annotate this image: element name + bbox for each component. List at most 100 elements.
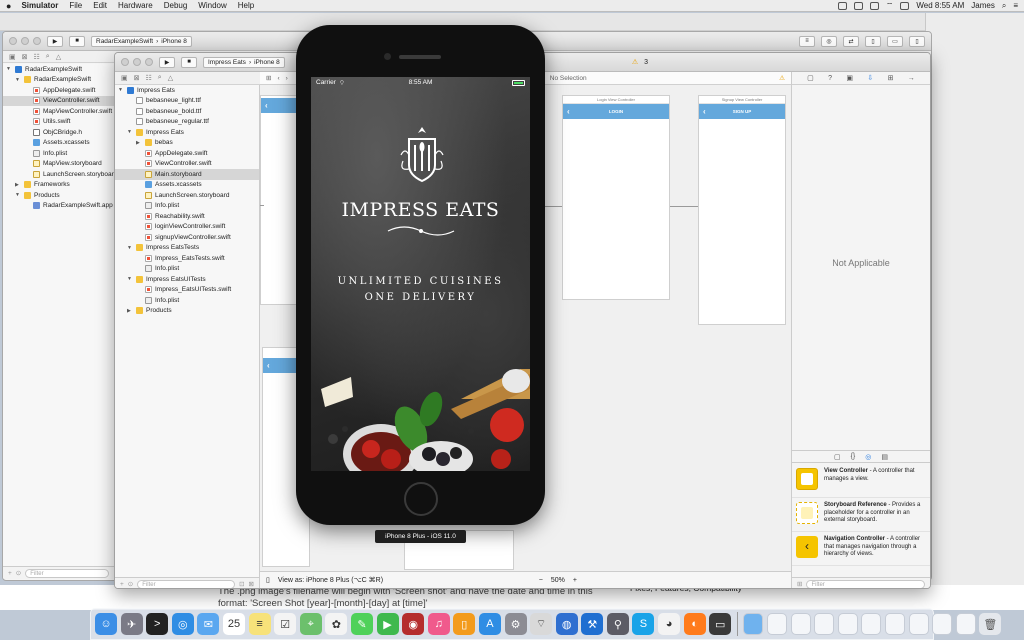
wifi-icon[interactable]: ⌔ bbox=[886, 1, 894, 11]
document-thumbnail-icon[interactable] bbox=[837, 613, 858, 635]
toggle-navigator-button[interactable]: ▯ bbox=[865, 35, 881, 47]
related-items-icon[interactable]: ⊞ bbox=[266, 74, 271, 82]
stop-button[interactable]: ■ bbox=[181, 56, 197, 68]
segue-arrow[interactable] bbox=[670, 206, 698, 207]
disclosure-open-icon[interactable]: ▼ bbox=[127, 276, 133, 282]
library-item-view-controller[interactable]: View Controller - A controller that mana… bbox=[792, 464, 930, 498]
notes-icon[interactable]: ≡ bbox=[248, 613, 271, 635]
xcode-icon[interactable]: ⚒ bbox=[581, 613, 604, 635]
symbol-icon[interactable]: ☷ bbox=[146, 74, 152, 82]
navigator-row[interactable]: LaunchScreen.storyboard bbox=[115, 190, 259, 201]
system-preferences-icon[interactable]: ⚙ bbox=[504, 613, 527, 635]
navigator-row[interactable]: ▼ Impress Eats bbox=[115, 127, 259, 138]
zoom-out-button[interactable]: − bbox=[539, 577, 543, 584]
disclosure-closed-icon[interactable]: ▶ bbox=[127, 308, 133, 314]
navigator-row[interactable]: loginViewController.swift bbox=[115, 222, 259, 233]
navigator-row[interactable]: AppDelegate.swift bbox=[3, 85, 114, 96]
navigator-row[interactable]: Main.storyboard bbox=[115, 169, 259, 180]
navigator-row[interactable]: ViewController.swift bbox=[115, 159, 259, 170]
disclosure-open-icon[interactable]: ▼ bbox=[15, 192, 21, 198]
zoom-button[interactable] bbox=[33, 37, 41, 45]
toggle-utilities-button[interactable]: ▯ bbox=[909, 35, 925, 47]
menubar-user[interactable]: James bbox=[971, 1, 995, 10]
menu-app-name[interactable]: Simulator bbox=[21, 1, 58, 10]
editor-assistant-button[interactable]: ◎ bbox=[821, 35, 837, 47]
document-thumbnail-icon[interactable] bbox=[932, 613, 953, 635]
terminal-icon[interactable]: > bbox=[146, 613, 169, 635]
grid-view-icon[interactable]: ⊞ bbox=[797, 580, 802, 588]
disclosure-closed-icon[interactable]: ▶ bbox=[15, 182, 21, 188]
navigator-row[interactable]: Info.plist bbox=[115, 201, 259, 212]
document-thumbnail-icon[interactable] bbox=[767, 613, 788, 635]
home-button[interactable] bbox=[404, 482, 438, 516]
document-thumbnail-icon[interactable] bbox=[814, 613, 835, 635]
ibooks-icon[interactable]: ▯ bbox=[453, 613, 476, 635]
status-icon[interactable] bbox=[837, 1, 847, 10]
forward-arrow-icon[interactable]: › bbox=[286, 75, 288, 82]
navigator-row[interactable]: ▶ Products bbox=[115, 306, 259, 317]
firefox-icon[interactable]: ◐ bbox=[683, 613, 706, 635]
navigator-row[interactable]: Info.plist bbox=[115, 295, 259, 306]
menu-help[interactable]: Help bbox=[238, 1, 254, 10]
menu-edit[interactable]: Edit bbox=[93, 1, 107, 10]
mail-icon[interactable]: ✉ bbox=[197, 613, 220, 635]
navigator-row[interactable]: ▼ RadarExampleSwift bbox=[3, 64, 114, 75]
minimize-button[interactable] bbox=[21, 37, 29, 45]
zoom-button[interactable] bbox=[145, 58, 153, 66]
facetime-icon[interactable]: ▶ bbox=[376, 613, 399, 635]
instruments-icon[interactable]: ⚲ bbox=[606, 613, 629, 635]
chrome-icon[interactable]: ◕ bbox=[658, 613, 681, 635]
attributes-inspector-icon[interactable]: ⇩ bbox=[867, 74, 873, 82]
navigator-row[interactable]: AppDelegate.swift bbox=[115, 148, 259, 159]
zoom-in-button[interactable]: + bbox=[573, 577, 577, 584]
navigator-row[interactable]: bebasneue_light.ttf bbox=[115, 96, 259, 107]
stop-button[interactable]: ■ bbox=[69, 35, 85, 47]
run-button[interactable]: ▶ bbox=[47, 35, 63, 47]
skype-icon[interactable]: S bbox=[632, 613, 655, 635]
notification-center-icon[interactable]: ≡ bbox=[1013, 1, 1018, 10]
segue-arrow[interactable] bbox=[260, 205, 264, 206]
quick-help-icon[interactable]: ? bbox=[828, 75, 832, 82]
add-icon[interactable]: + bbox=[120, 581, 124, 588]
photos-icon[interactable]: ✿ bbox=[325, 613, 348, 635]
library-filter-input[interactable]: Filter bbox=[806, 579, 925, 588]
navigator-row[interactable]: ▼ RadarExampleSwift bbox=[3, 75, 114, 86]
launchpad-icon[interactable]: ✈ bbox=[120, 613, 143, 635]
navigator-row[interactable]: signupViewController.swift bbox=[115, 232, 259, 243]
navigator-row[interactable]: Utils.swift bbox=[3, 117, 114, 128]
symbol-icon[interactable]: ☷ bbox=[34, 53, 40, 61]
maps-icon[interactable]: ⌖ bbox=[299, 613, 322, 635]
folder-icon[interactable]: ▣ bbox=[121, 74, 128, 82]
navigator-row[interactable]: MapView.storyboard bbox=[3, 159, 114, 170]
navigator-filter-input[interactable]: Filter bbox=[25, 568, 109, 578]
menubar-clock[interactable]: Wed 8:55 AM bbox=[916, 1, 964, 10]
navigator-row[interactable]: ▶ bebas bbox=[115, 138, 259, 149]
size-inspector-icon[interactable]: ⊞ bbox=[888, 74, 894, 82]
scheme-selector[interactable]: Impress Eats › iPhone 8 bbox=[203, 56, 285, 68]
file-inspector-icon[interactable]: ▢ bbox=[807, 74, 814, 82]
source-control-icon[interactable]: ⊠ bbox=[134, 74, 140, 82]
editor-version-button[interactable]: ⇄ bbox=[843, 35, 859, 47]
library-item-navigation-controller[interactable]: ‹ Navigation Controller - A controller t… bbox=[792, 532, 930, 566]
toggle-debug-button[interactable]: ▭ bbox=[887, 35, 903, 47]
connections-inspector-icon[interactable]: → bbox=[908, 75, 915, 82]
library-item-storyboard-reference[interactable]: Storyboard Reference - Provides a placeh… bbox=[792, 498, 930, 532]
menu-file[interactable]: File bbox=[69, 1, 82, 10]
identity-inspector-icon[interactable]: ▣ bbox=[846, 74, 853, 82]
close-button[interactable] bbox=[121, 58, 129, 66]
close-filter-icon[interactable]: ⊠ bbox=[249, 580, 254, 588]
close-button[interactable] bbox=[9, 37, 17, 45]
document-thumbnail-icon[interactable] bbox=[861, 613, 882, 635]
navigator-row[interactable]: ▼ Impress EatsUITests bbox=[115, 274, 259, 285]
menu-hardware[interactable]: Hardware bbox=[118, 1, 153, 10]
menu-debug[interactable]: Debug bbox=[164, 1, 188, 10]
status-icon[interactable] bbox=[853, 1, 863, 10]
navigator-row[interactable]: ▼ Impress EatsTests bbox=[115, 243, 259, 254]
navigator-row[interactable]: RadarExampleSwift.app bbox=[3, 201, 114, 212]
navigator-row[interactable]: MapViewController.swift bbox=[3, 106, 114, 117]
code-snippet-library-icon[interactable]: {} bbox=[851, 453, 856, 460]
navigator-row[interactable]: bebasneue_regular.ttf bbox=[115, 117, 259, 128]
wifi-utility-icon[interactable]: ⌔ bbox=[530, 613, 553, 635]
file-template-library-icon[interactable]: ▢ bbox=[834, 453, 841, 461]
menu-window[interactable]: Window bbox=[198, 1, 226, 10]
